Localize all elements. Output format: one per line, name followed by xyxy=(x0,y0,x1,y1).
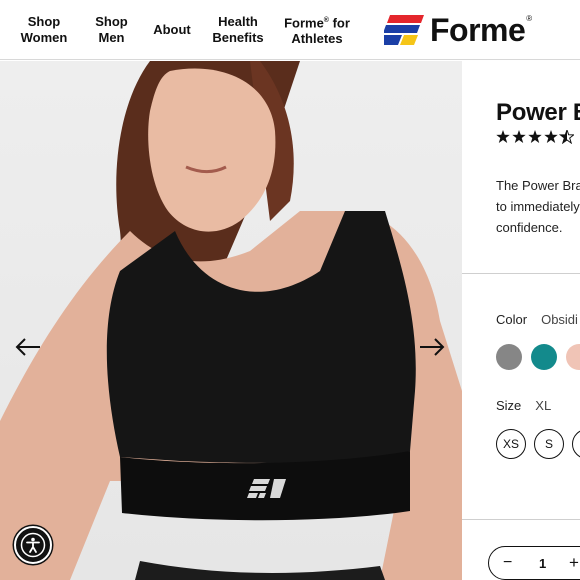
quantity-increase-button[interactable]: + xyxy=(569,553,579,573)
nav-shop-women-line2: Women xyxy=(20,30,68,45)
color-swatch-teal[interactable] xyxy=(531,344,557,370)
quantity-value: 1 xyxy=(539,556,547,571)
description-line-2: to immediately xyxy=(496,199,580,214)
nav-shop-men-line1: Shop xyxy=(95,14,128,29)
color-label: Color xyxy=(496,312,528,327)
description-line-1: The Power Bra® xyxy=(496,178,580,193)
nav-about-label: About xyxy=(153,22,191,37)
product-title: Power B xyxy=(496,99,580,126)
nav-shop-women-line1: Shop xyxy=(27,14,61,29)
size-option-s[interactable]: S xyxy=(534,429,564,459)
size-option-xs[interactable]: XS xyxy=(496,429,526,459)
accessibility-button[interactable] xyxy=(14,526,52,564)
accessibility-icon xyxy=(20,532,46,558)
forme-logo-text: Forme xyxy=(430,12,526,48)
size-option-m[interactable] xyxy=(572,429,580,459)
product-details-panel: Power B The Power Bra® to immediately co… xyxy=(462,61,580,580)
size-value: XL xyxy=(535,398,552,413)
nav-forme-for-athletes[interactable]: Forme® for Athletes xyxy=(280,0,354,60)
description-line-3: confidence. xyxy=(496,220,563,235)
size-label: Size xyxy=(496,398,522,413)
star-rating-icon xyxy=(496,130,574,144)
quantity-decrease-button[interactable]: − xyxy=(503,554,512,572)
forme-logo[interactable]: Forme ® xyxy=(384,13,532,47)
nav-athletes-line2: Athletes xyxy=(291,31,343,47)
product-description: The Power Bra® to immediately confidence… xyxy=(496,175,580,238)
nav-athletes-brand: Forme xyxy=(284,15,324,31)
forme-logo-mark-icon xyxy=(384,15,424,45)
product-image-carousel[interactable] xyxy=(0,61,462,580)
quantity-stepper: − 1 + xyxy=(488,546,580,580)
arrow-right-icon[interactable] xyxy=(416,331,448,363)
nav-health-line2: Benefits xyxy=(212,30,264,45)
divider xyxy=(462,273,580,274)
divider xyxy=(462,519,580,520)
nav-shop-men[interactable]: Shop Men xyxy=(84,0,139,60)
color-selector-label: Color Obsidi xyxy=(496,312,578,327)
nav-health-line1: Health xyxy=(218,14,258,29)
nav-about[interactable]: About xyxy=(150,0,194,60)
nav-shop-men-line2: Men xyxy=(98,30,125,45)
size-selector-label: Size XL xyxy=(496,398,551,413)
site-header: Shop Women Shop Men About Health Benefits F… xyxy=(0,0,580,60)
product-photo xyxy=(0,61,462,580)
color-swatch-gray[interactable] xyxy=(496,344,522,370)
forme-logo-reg: ® xyxy=(526,13,533,23)
color-swatch-pink[interactable] xyxy=(566,344,580,370)
color-value: Obsidi xyxy=(541,312,578,327)
rating-stars[interactable] xyxy=(496,130,574,144)
arrow-left-icon[interactable] xyxy=(12,331,44,363)
nav-shop-women[interactable]: Shop Women xyxy=(14,0,74,60)
nav-health-benefits[interactable]: Health Benefits xyxy=(208,0,268,60)
nav-athletes-for: for xyxy=(328,15,350,31)
